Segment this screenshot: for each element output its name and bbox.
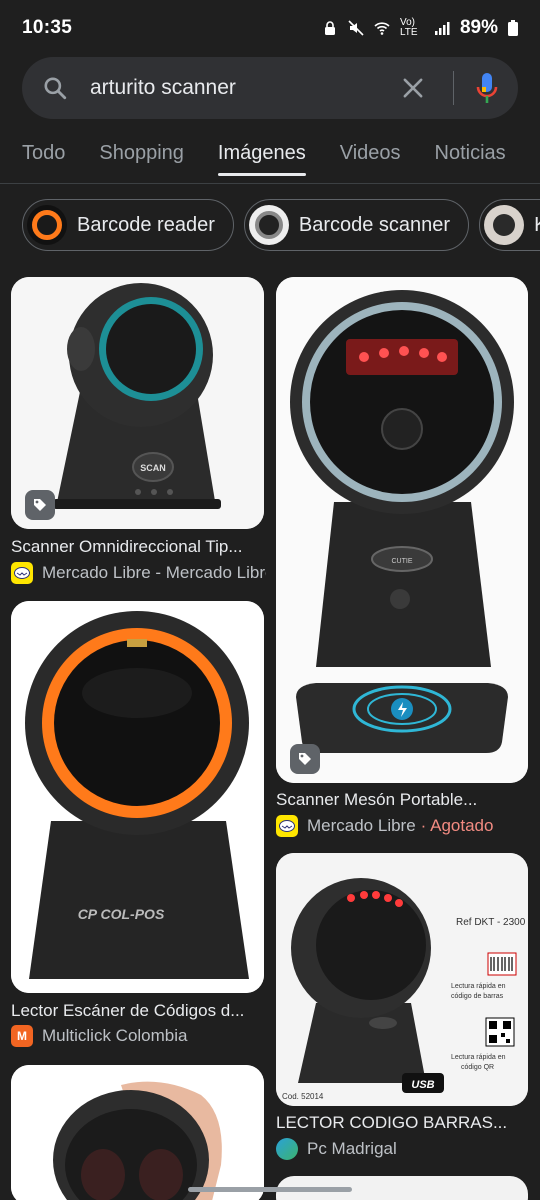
chip-thumbnail [484, 205, 525, 245]
product-label: CP COL-POS [78, 906, 165, 922]
product-image: Ref DKT - 2300 Lectura rápida en código … [276, 853, 528, 1106]
battery-level: 89% [459, 17, 498, 38]
tab-videos[interactable]: Videos [340, 130, 401, 184]
status-bar: 10:35 Vo) LTE 89% [0, 0, 540, 56]
product-label: CUTIE [392, 558, 413, 565]
result-source-1[interactable]: Mercado Libre - Mercado Libre [11, 562, 266, 584]
multiclick-favicon: M [11, 1025, 33, 1047]
network-label: Vo) LTE [399, 17, 418, 38]
chip-thumbnail [27, 205, 67, 245]
source-name: Mercado Libre [307, 816, 416, 835]
source-name: Multiclick Colombia [42, 1026, 188, 1045]
result-source-3[interactable]: M Multiclick Colombia [11, 1025, 264, 1047]
feature-line-1: Lectura rápida en [451, 983, 506, 990]
product-image: CUTIE [276, 277, 528, 783]
product-image [11, 1065, 264, 1200]
search-bar[interactable]: arturito scanner [22, 57, 518, 119]
chip-barcode-reader[interactable]: Barcode reader [22, 199, 234, 251]
search-input[interactable]: arturito scanner [90, 76, 399, 100]
result-image-5[interactable] [11, 1065, 264, 1200]
gesture-bar[interactable] [188, 1187, 352, 1192]
status-icons: Vo) LTE 89% [322, 17, 518, 39]
signal-icon [434, 22, 450, 35]
result-image-1[interactable]: SCAN [11, 277, 264, 529]
result-image-2[interactable]: CUTIE [276, 277, 528, 783]
result-image-4[interactable]: Ref DKT - 2300 Lectura rápida en código … [276, 853, 528, 1106]
tab-imagenes[interactable]: Imágenes [217, 130, 306, 184]
chip-label: Barcode reader [77, 213, 215, 236]
product-image: CP COL-POS [11, 601, 264, 993]
mic-icon[interactable] [476, 72, 498, 104]
usb-badge: USB [411, 1079, 434, 1091]
clear-icon[interactable] [399, 74, 427, 102]
status-time: 10:35 [22, 17, 73, 38]
result-title-2[interactable]: Scanner Mesón Portable... [276, 790, 528, 810]
lock-icon [324, 21, 335, 35]
pc-madrigal-favicon [276, 1138, 298, 1160]
result-source-2[interactable]: Mercado Libre · Agotado [276, 815, 528, 837]
search-tabs: Todo Shopping Imágenes Videos Noticias [0, 130, 540, 184]
tab-noticias[interactable]: Noticias [435, 130, 506, 184]
mute-icon [348, 20, 364, 36]
result-title-4[interactable]: LECTOR CODIGO BARRAS... [276, 1113, 528, 1133]
mercado-libre-favicon [11, 562, 33, 584]
tag-icon [25, 490, 55, 520]
product-label: SCAN [140, 463, 166, 473]
wifi-icon [374, 22, 390, 35]
result-source-4[interactable]: Pc Madrigal [276, 1138, 528, 1160]
tab-shopping[interactable]: Shopping [99, 130, 184, 184]
result-title-3[interactable]: Lector Escáner de Códigos d... [11, 1001, 264, 1021]
chip-thumbnail [248, 205, 289, 245]
ref-label: Ref DKT - 2300 [456, 917, 526, 928]
mercado-libre-favicon [276, 815, 298, 837]
chip-label: Barcode scanner [298, 213, 451, 236]
feature-line-3: Lectura rápida en [451, 1054, 506, 1061]
source-name: Pc Madrigal [307, 1139, 397, 1158]
feature-line-2: código de barras [451, 993, 504, 1000]
chip-barcode-scanner[interactable]: Barcode scanner [243, 199, 470, 251]
tag-icon [290, 744, 320, 774]
source-name: Mercado Libre - Mercado Libre [42, 563, 266, 582]
related-chips: Barcode reader Barcode scanner K [22, 199, 540, 251]
chip-label: K [534, 214, 540, 237]
search-divider [453, 71, 454, 105]
result-image-3[interactable]: CP COL-POS [11, 601, 264, 993]
chip-more[interactable]: K [479, 199, 540, 251]
product-code: Cod. 52014 [282, 1092, 324, 1101]
sold-out-badge: · Agotado [420, 816, 494, 835]
feature-line-4: código QR [461, 1064, 494, 1071]
battery-icon [508, 20, 518, 36]
search-icon[interactable] [42, 75, 68, 101]
tab-todo[interactable]: Todo [22, 130, 65, 184]
result-title-1[interactable]: Scanner Omnidireccional Tip... [11, 537, 264, 557]
